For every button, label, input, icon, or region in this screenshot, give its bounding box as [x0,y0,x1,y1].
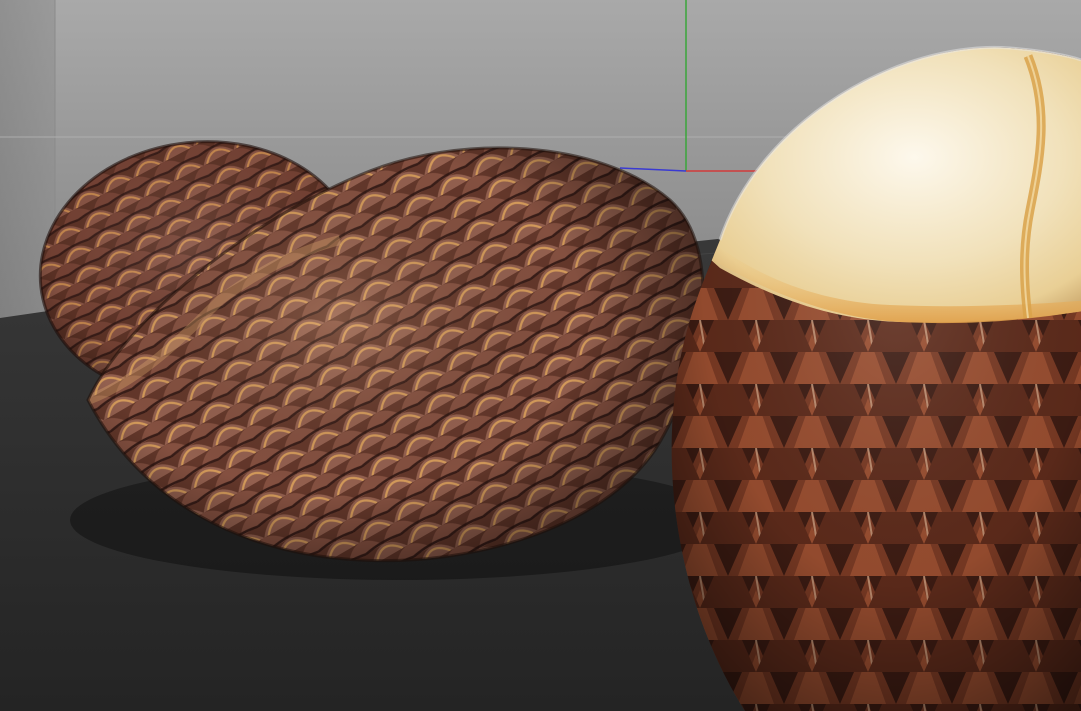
3d-viewport[interactable] [0,0,1081,711]
scene-render[interactable] [0,0,1081,711]
